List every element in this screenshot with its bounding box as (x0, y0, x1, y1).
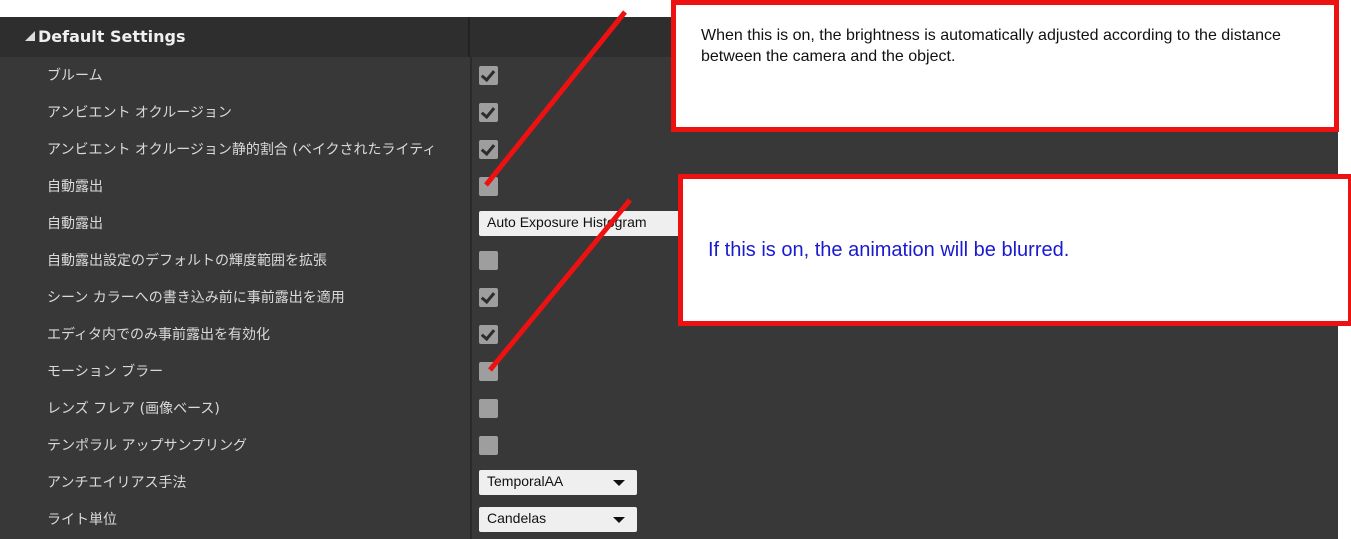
row-label: アンビエント オクルージョン (47, 105, 232, 121)
row-label: エディタ内でのみ事前露出を有効化 (47, 327, 271, 343)
row-label: ライト単位 (47, 512, 117, 528)
dropdown-value: TemporalAA (487, 473, 564, 489)
auto-exposure-method-dropdown[interactable]: Auto Exposure Histogram (479, 211, 699, 236)
apply-pre-exposure-checkbox[interactable] (479, 288, 498, 307)
row-label: 自動露出設定のデフォルトの輝度範囲を拡張 (47, 253, 327, 269)
row-label: アンビエント オクルージョン静的割合 (ベイクされたライティ (47, 142, 437, 158)
row-label: アンチエイリアス手法 (47, 475, 187, 491)
row-light-units: ライト単位 Candelas (0, 501, 1338, 538)
auto-exposure-callout-text: When this is on, the brightness is autom… (701, 27, 1281, 65)
section-title: Default Settings (38, 27, 186, 46)
row-ao-static-fraction: アンビエント オクルージョン静的割合 (ベイクされたライティ (0, 131, 1338, 168)
chevron-down-icon (613, 480, 625, 486)
dropdown-value: Candelas (487, 510, 547, 526)
row-label: ブルーム (47, 68, 103, 84)
auto-exposure-callout: When this is on, the brightness is autom… (671, 0, 1339, 132)
row-label: テンポラル アップサンプリング (47, 438, 248, 454)
row-label: レンズ フレア (画像ベース) (47, 401, 220, 417)
extend-luminance-range-checkbox[interactable] (479, 251, 498, 270)
row-label: モーション ブラー (47, 364, 164, 380)
row-anti-aliasing-method: アンチエイリアス手法 TemporalAA (0, 464, 1338, 501)
ambient-occlusion-checkbox[interactable] (479, 103, 498, 122)
bloom-checkbox[interactable] (479, 66, 498, 85)
motion-blur-checkbox[interactable] (479, 362, 498, 381)
auto-exposure-checkbox[interactable] (479, 177, 498, 196)
temporal-upsampling-checkbox[interactable] (479, 436, 498, 455)
row-label: シーン カラーへの書き込み前に事前露出を適用 (47, 290, 345, 306)
lens-flares-checkbox[interactable] (479, 399, 498, 418)
collapse-triangle-icon[interactable] (25, 31, 35, 41)
row-motion-blur: モーション ブラー (0, 353, 1338, 390)
dropdown-value: Auto Exposure Histogram (487, 214, 647, 230)
row-temporal-upsampling: テンポラル アップサンプリング (0, 427, 1338, 464)
light-units-dropdown[interactable]: Candelas (479, 507, 637, 532)
editor-only-pre-exposure-checkbox[interactable] (479, 325, 498, 344)
motion-blur-callout: If this is on, the animation will be blu… (678, 174, 1351, 326)
chevron-down-icon (613, 517, 625, 523)
row-label: 自動露出 (47, 179, 103, 195)
column-divider (468, 17, 470, 57)
row-lens-flares: レンズ フレア (画像ベース) (0, 390, 1338, 427)
anti-aliasing-method-dropdown[interactable]: TemporalAA (479, 470, 637, 495)
ao-static-fraction-checkbox[interactable] (479, 140, 498, 159)
row-label: 自動露出 (47, 216, 103, 232)
motion-blur-callout-text: If this is on, the animation will be blu… (708, 239, 1070, 261)
